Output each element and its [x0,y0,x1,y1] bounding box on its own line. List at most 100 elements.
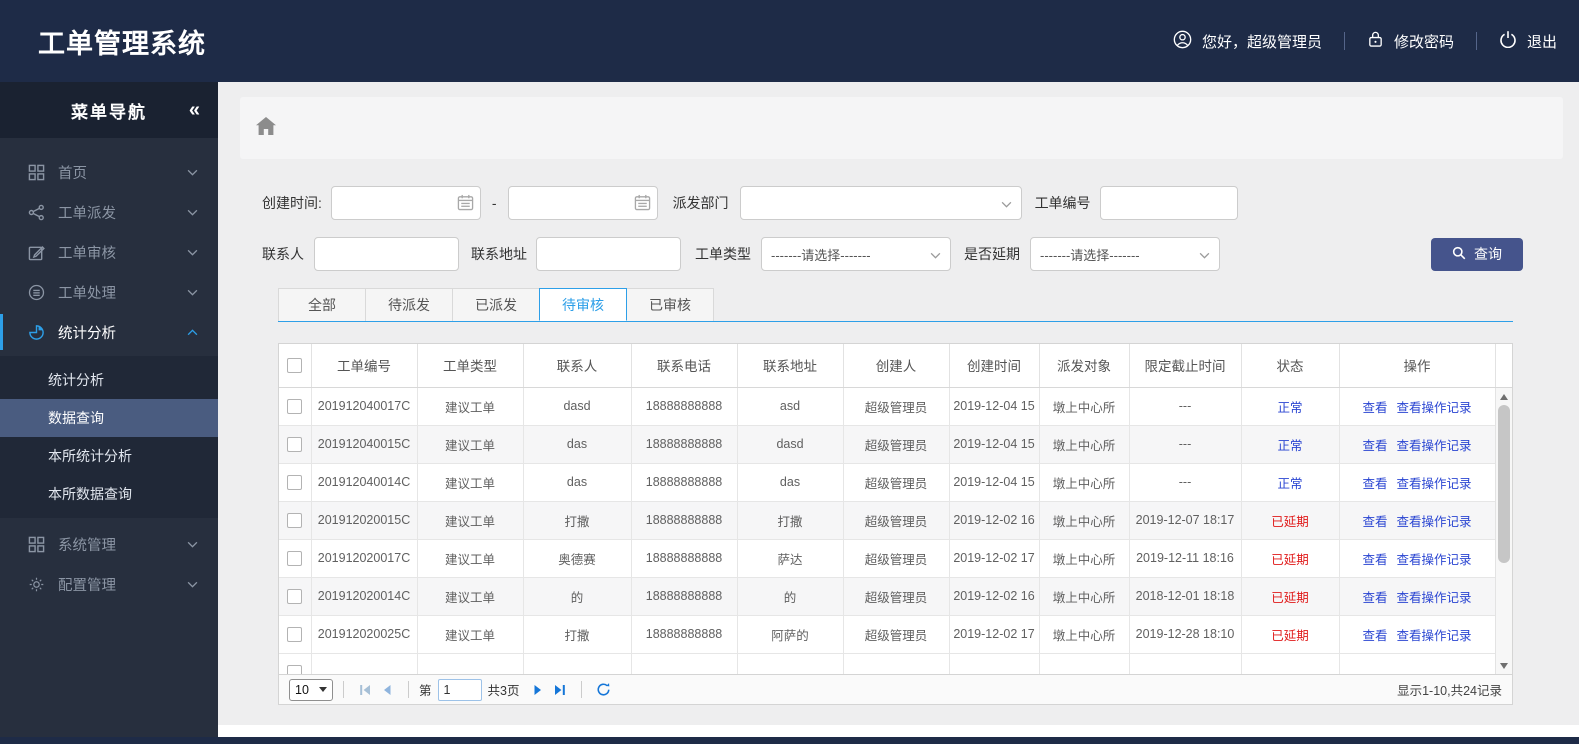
submenu-item-statistics[interactable]: 统计分析 [0,361,218,399]
view-log-link[interactable]: 查看操作记录 [1397,629,1472,643]
view-log-link[interactable]: 查看操作记录 [1397,477,1472,491]
view-log-link[interactable]: 查看操作记录 [1397,439,1472,453]
cell-phone: 18888888888 [631,501,738,540]
sidebar-item-home[interactable]: 首页 [0,152,218,192]
page-size-select[interactable]: 10 [289,678,333,701]
col-header-phone[interactable]: 联系电话 [631,344,738,388]
view-link[interactable]: 查看 [1362,477,1387,491]
scrollbar-thumb[interactable] [1498,405,1510,563]
row-checkbox[interactable] [287,398,303,414]
sidebar-item-review[interactable]: 工单审核 [0,232,218,272]
submenu-item-data-query[interactable]: 数据查询 [0,399,218,437]
col-header-deadline[interactable]: 限定截止时间 [1129,344,1242,388]
tab-to-dispatch[interactable]: 待派发 [365,288,453,321]
is-delayed-label: 是否延期 [964,246,1020,262]
sidebar-item-dispatch[interactable]: 工单派发 [0,192,218,232]
prev-page-button[interactable] [376,679,398,701]
last-page-button[interactable] [549,679,571,701]
col-header-order-no[interactable]: 工单编号 [311,344,418,388]
col-header-creator[interactable]: 创建人 [843,344,950,388]
col-header-status[interactable]: 状态 [1241,344,1340,388]
row-checkbox[interactable] [287,588,303,604]
logout-button[interactable]: 退出 [1499,30,1557,52]
submenu-item-branch-data-query[interactable]: 本所数据查询 [0,475,218,513]
view-link[interactable]: 查看 [1362,515,1387,529]
dispatch-dept-select[interactable] [739,186,1022,220]
sidebar-collapse-button[interactable]: « [189,100,200,120]
view-link[interactable]: 查看 [1362,439,1387,453]
col-header-type[interactable]: 工单类型 [417,344,524,388]
contact-address-input[interactable] [536,237,681,271]
cell-address: asd [737,387,844,426]
row-checkbox[interactable] [287,512,303,528]
created-time-end-input[interactable] [507,186,658,220]
tab-to-review[interactable]: 待审核 [539,288,627,321]
cell-deadline: 2019-12-28 18:10 [1129,615,1242,654]
col-header-contact[interactable]: 联系人 [523,344,632,388]
status-badge: 已延期 [1241,577,1340,616]
page-number-input[interactable] [437,678,482,701]
user-greeting[interactable]: 您好，超级管理员 [1173,30,1322,53]
view-log-link[interactable]: 查看操作记录 [1397,515,1472,529]
sidebar-item-label: 系统管理 [58,537,116,554]
sidebar-title: 菜单导航 [71,102,147,122]
cell-address: dasd [737,425,844,464]
submenu-item-branch-statistics[interactable]: 本所统计分析 [0,437,218,475]
cell-type: 建议工单 [417,425,524,464]
view-link[interactable]: 查看 [1362,553,1387,567]
contact-input[interactable] [314,237,459,271]
home-icon[interactable] [256,116,276,140]
tab-dispatched[interactable]: 已派发 [452,288,540,321]
view-link[interactable]: 查看 [1362,629,1387,643]
row-checkbox[interactable] [287,664,303,674]
sidebar-item-statistics[interactable]: 统计分析 [0,312,218,352]
search-button[interactable]: 查询 [1431,237,1523,271]
view-log-link[interactable]: 查看操作记录 [1397,401,1472,415]
col-header-created[interactable]: 创建时间 [949,344,1040,388]
row-checkbox[interactable] [287,436,303,452]
col-header-actions[interactable]: 操作 [1339,344,1496,388]
row-checkbox[interactable] [287,550,303,566]
view-link[interactable]: 查看 [1362,401,1387,415]
sidebar-item-process[interactable]: 工单处理 [0,272,218,312]
lock-icon [1367,30,1384,52]
cell-dispatch: 墩上中心所 [1039,425,1130,464]
record-count-info: 显示1-10,共24记录 [1397,684,1502,698]
is-delayed-select[interactable]: -------请选择------- [1030,237,1220,271]
next-page-button[interactable] [527,679,549,701]
cell-phone: 18888888888 [631,539,738,578]
table-scrollbar[interactable] [1495,388,1512,674]
view-log-link[interactable]: 查看操作记录 [1397,553,1472,567]
col-header-address[interactable]: 联系地址 [737,344,844,388]
sidebar-item-label: 首页 [58,165,87,182]
select-all-checkbox[interactable] [287,358,303,374]
order-type-select[interactable]: -------请选择------- [761,237,951,271]
cell-order-no: 201912020017C [311,539,418,578]
cell-address: 打撒 [737,501,844,540]
view-log-link[interactable]: 查看操作记录 [1397,591,1472,605]
status-badge: 已延期 [1241,615,1340,654]
cell-dispatch: 墩上中心所 [1039,539,1130,578]
share-icon [27,203,45,221]
sidebar-item-system[interactable]: 系统管理 [0,524,218,564]
cell-created: 2019-12-04 15 [949,463,1040,502]
scroll-down-icon[interactable] [1496,658,1512,673]
order-no-input[interactable] [1099,186,1238,220]
tab-reviewed[interactable]: 已审核 [626,288,714,321]
change-password-button[interactable]: 修改密码 [1367,30,1454,52]
contact-address-label: 联系地址 [471,246,527,262]
row-checkbox[interactable] [287,474,303,490]
change-password-label: 修改密码 [1393,33,1454,51]
col-header-dispatch[interactable]: 派发对象 [1039,344,1130,388]
cell-contact: das [523,425,632,464]
row-checkbox[interactable] [287,626,303,642]
view-link[interactable]: 查看 [1362,591,1387,605]
first-page-button[interactable] [354,679,376,701]
sidebar-item-config[interactable]: 配置管理 [0,564,218,604]
scroll-up-icon[interactable] [1496,389,1512,404]
created-time-start-input[interactable] [330,186,481,220]
logout-label: 退出 [1526,33,1557,51]
refresh-icon[interactable] [592,679,614,701]
sidebar-item-label: 工单派发 [58,205,116,222]
tab-all[interactable]: 全部 [278,288,366,321]
